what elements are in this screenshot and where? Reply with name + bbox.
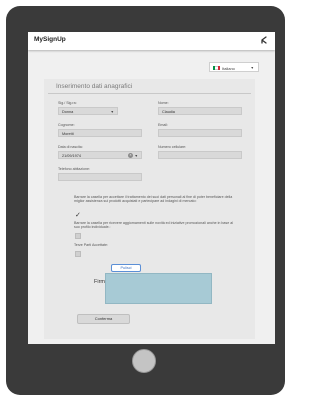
name-field[interactable]: Claudia (158, 107, 242, 115)
language-select[interactable]: Italiano ▼ (209, 62, 259, 72)
third-parties-text: Terze Parti Accettate: (74, 243, 108, 247)
clear-icon[interactable]: × (128, 153, 133, 158)
chevron-down-icon: ▼ (134, 154, 138, 158)
surname-field[interactable]: Moretti (58, 129, 142, 137)
salutation-select[interactable]: Donna ▼ (58, 107, 118, 115)
third-parties-checkbox[interactable] (75, 251, 81, 257)
email-field[interactable] (158, 129, 242, 137)
registration-form: Inserimento dati anagrafici Sig./ Sig.ra… (44, 79, 255, 339)
chevron-down-icon: ▼ (110, 110, 114, 114)
phone-label: Telefono abitazione: (58, 167, 90, 171)
surname-label: Cognome: (58, 123, 75, 127)
app-header: MySignUp (28, 32, 275, 50)
salutation-label: Sig./ Sig.ra: (58, 101, 77, 105)
birth-date-field[interactable]: 21/09/1974 × ▼ (58, 151, 142, 159)
birth-date-value: 21/09/1974 (62, 153, 82, 158)
consent-privacy-checkbox[interactable]: ✓ (75, 212, 81, 219)
phone-field[interactable] (58, 173, 142, 181)
email-label: Email: (158, 123, 168, 127)
italy-flag-icon (213, 65, 220, 70)
mobile-field[interactable] (158, 151, 242, 159)
chevron-down-icon: ▼ (250, 66, 254, 70)
clear-signature-button[interactable]: Pulisci (111, 264, 141, 272)
birth-date-label: Data di nascita: (58, 145, 83, 149)
consent-marketing-text: Barrare la casella per ricevere aggiorna… (74, 221, 234, 230)
section-title: Inserimento dati anagrafici (56, 83, 133, 90)
section-divider (48, 93, 251, 94)
back-arrow-icon[interactable] (259, 35, 269, 45)
signature-pad[interactable] (105, 273, 212, 304)
checkmark-icon: ✓ (75, 212, 81, 219)
mobile-label: Numero cellulare: (158, 145, 187, 149)
consent-privacy-text: Barrare la casella per accettare il trat… (74, 195, 233, 204)
language-label: Italiano (222, 65, 235, 71)
home-button[interactable] (132, 349, 156, 373)
app-screen: MySignUp Italiano ▼ Inserimento dati ana… (28, 32, 275, 344)
consent-marketing-checkbox[interactable] (75, 233, 81, 239)
salutation-value: Donna (62, 109, 74, 114)
app-title: MySignUp (34, 36, 66, 43)
name-label: Nome: (158, 101, 169, 105)
surname-value: Moretti (62, 131, 74, 136)
name-value: Claudia (162, 109, 175, 114)
confirm-button[interactable]: Conferma (77, 314, 130, 324)
